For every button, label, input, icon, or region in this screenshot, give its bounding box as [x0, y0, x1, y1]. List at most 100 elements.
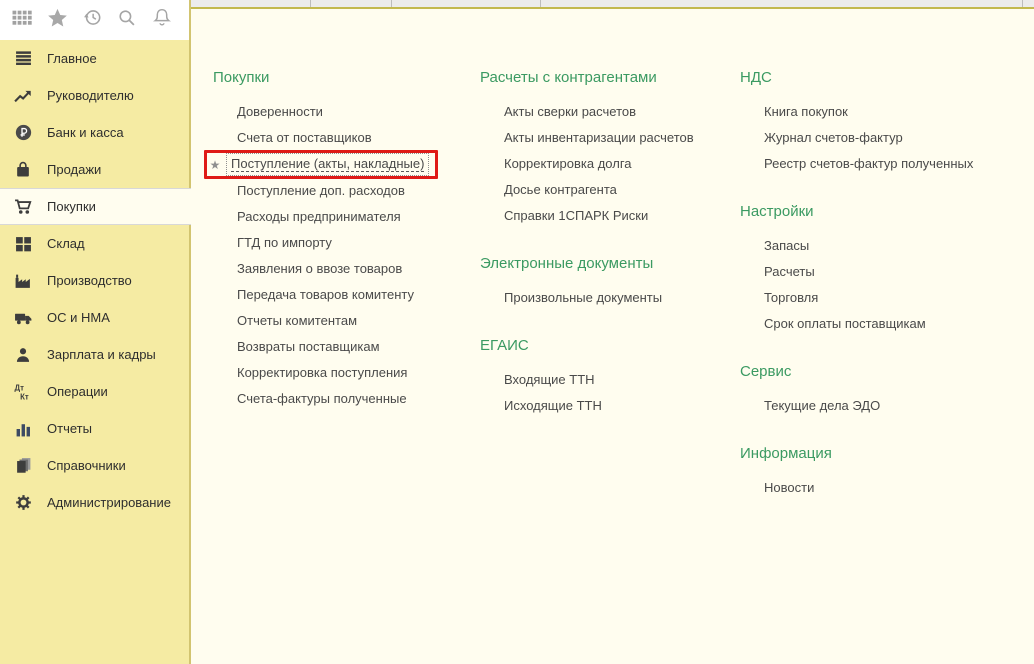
- cart-icon: [13, 198, 33, 215]
- sidebar-item-purchases[interactable]: Покупки: [0, 188, 191, 225]
- menu-link[interactable]: Возвраты поставщикам: [213, 334, 480, 360]
- menu-link[interactable]: Заявления о ввозе товаров: [213, 256, 480, 282]
- menu-link-focused[interactable]: Поступление (акты, накладные): [226, 153, 429, 176]
- apps-grid-icon: [12, 10, 34, 31]
- favorites-star-button[interactable]: [45, 7, 71, 33]
- notifications-bell-icon: [153, 8, 171, 32]
- history-clock-icon: [83, 8, 102, 32]
- menu-link[interactable]: Запасы: [740, 233, 1034, 259]
- sidebar-nav: Главное Руководителю Банк и касса Продажи По…: [0, 40, 189, 664]
- menu-link[interactable]: Акты инвентаризации расчетов: [480, 125, 740, 151]
- sidebar-item-label: Администрирование: [47, 495, 171, 510]
- menu-link[interactable]: Досье контрагента: [480, 177, 740, 203]
- sidebar-item-warehouse[interactable]: Склад: [0, 225, 189, 262]
- menu-section: НДС Книга покупокЖурнал счетов-фактурРеес…: [740, 69, 1034, 177]
- tab-divider: [391, 0, 392, 7]
- sidebar-item-label: Главное: [47, 51, 97, 66]
- notifications-bell-button[interactable]: [149, 7, 175, 33]
- section-title: Сервис: [740, 363, 1034, 381]
- menu-link[interactable]: Журнал счетов-фактур: [740, 125, 1034, 151]
- top-toolbar: [0, 0, 189, 40]
- menu-link[interactable]: Входящие ТТН: [480, 367, 740, 393]
- sidebar-item-sales[interactable]: Продажи: [0, 151, 189, 188]
- tab-divider: [540, 0, 541, 7]
- app-window: Главное Руководителю Банк и касса Продажи По…: [0, 0, 1034, 664]
- books-icon: [13, 457, 33, 474]
- menu-link[interactable]: Акты сверки расчетов: [480, 99, 740, 125]
- section-title: Электронные документы: [480, 255, 740, 273]
- menu-link[interactable]: Счета от поставщиков: [213, 125, 480, 151]
- sidebar-item-fixed-assets[interactable]: ОС и НМА: [0, 299, 189, 336]
- menu-link[interactable]: Срок оплаты поставщикам: [740, 311, 1034, 337]
- sidebar-item-label: Зарплата и кадры: [47, 347, 156, 362]
- menu-link[interactable]: Расходы предпринимателя: [213, 204, 480, 230]
- sidebar-item-label: Банк и касса: [47, 125, 124, 140]
- menu-section: ИнформацияНовости: [740, 445, 1034, 501]
- menu-link[interactable]: Корректировка долга: [480, 151, 740, 177]
- sidebar-item-operations[interactable]: ДтКтОперации: [0, 373, 189, 410]
- tab-divider: [1022, 0, 1023, 7]
- favorite-star-icon[interactable]: ★: [208, 156, 222, 174]
- section-title: Покупки: [213, 69, 480, 87]
- section-title: Расчеты с контрагентами: [480, 69, 740, 87]
- gear-icon: [13, 494, 33, 511]
- menu-link[interactable]: Справки 1СПАРК Риски: [480, 203, 740, 229]
- menu-link[interactable]: Книга покупок: [740, 99, 1034, 125]
- menu-link[interactable]: Реестр счетов-фактур полученных: [740, 151, 1034, 177]
- main-area: ПокупкиДоверенностиСчета от поставщиков★…: [191, 0, 1034, 664]
- sidebar-item-label: Покупки: [47, 199, 96, 214]
- menu-link[interactable]: Счета-фактуры полученные: [213, 386, 480, 412]
- menu-column-3: НДС Книга покупокЖурнал счетов-фактурРеес…: [740, 69, 1034, 501]
- menu-link[interactable]: Доверенности: [213, 99, 480, 125]
- menu-link[interactable]: Исходящие ТТН: [480, 393, 740, 419]
- search-button[interactable]: [114, 7, 140, 33]
- sidebar-item-bank-cash[interactable]: Банк и касса: [0, 114, 189, 151]
- sidebar-item-home[interactable]: Главное: [0, 40, 189, 77]
- menu-link[interactable]: Новости: [740, 475, 1034, 501]
- menu-link-label: Поступление (акты, накладные): [231, 156, 424, 172]
- sidebar-item-reports[interactable]: Отчеты: [0, 410, 189, 447]
- truck-icon: [13, 310, 33, 326]
- menu-link[interactable]: Корректировка поступления: [213, 360, 480, 386]
- menu-link[interactable]: Передача товаров комитенту: [213, 282, 480, 308]
- sidebar-item-label: Справочники: [47, 458, 126, 473]
- svg-text:Кт: Кт: [20, 392, 29, 400]
- search-icon: [118, 9, 136, 32]
- menu-link[interactable]: ГТД по импорту: [213, 230, 480, 256]
- section-title: Настройки: [740, 203, 1034, 221]
- window-tab-strip: [191, 0, 1034, 9]
- highlight-box: ★ Поступление (акты, накладные): [204, 150, 438, 179]
- favorites-star-icon: [47, 8, 68, 33]
- section-title: ЕГАИС: [480, 337, 740, 355]
- sidebar-item-manager[interactable]: Руководителю: [0, 77, 189, 114]
- section-title: НДС: [740, 69, 1034, 87]
- menu-section: ЕГАИС Входящие ТТНИсходящие ТТН: [480, 337, 740, 419]
- menu-section: Электронные документы Произвольные докуме…: [480, 255, 740, 311]
- sidebar-item-salary-hr[interactable]: Зарплата и кадры: [0, 336, 189, 373]
- menu-link[interactable]: Отчеты комитентам: [213, 308, 480, 334]
- person-icon: [13, 347, 33, 363]
- menu-lines-icon: [13, 51, 33, 66]
- sidebar-item-directories[interactable]: Справочники: [0, 447, 189, 484]
- menu-link[interactable]: Текущие дела ЭДО: [740, 393, 1034, 419]
- menu-link[interactable]: Торговля: [740, 285, 1034, 311]
- menu-section: ПокупкиДоверенностиСчета от поставщиков★…: [213, 69, 480, 412]
- menu-column-2: Расчеты с контрагентами Акты сверки расче…: [480, 69, 740, 419]
- menu-link[interactable]: Произвольные документы: [480, 285, 740, 311]
- shopping-bag-icon: [13, 161, 33, 178]
- sidebar-item-administration[interactable]: Администрирование: [0, 484, 189, 521]
- sidebar-item-label: Руководителю: [47, 88, 134, 103]
- sidebar-item-label: Операции: [47, 384, 108, 399]
- menu-link[interactable]: Расчеты: [740, 259, 1034, 285]
- sidebar-item-label: Склад: [47, 236, 85, 251]
- ruble-circle-icon: [13, 124, 33, 141]
- sidebar: Главное Руководителю Банк и касса Продажи По…: [0, 0, 191, 664]
- sidebar-item-production[interactable]: Производство: [0, 262, 189, 299]
- apps-grid-button[interactable]: [10, 7, 36, 33]
- boxes-icon: [13, 236, 33, 252]
- sidebar-item-label: ОС и НМА: [47, 310, 110, 325]
- trend-up-icon: [13, 88, 33, 103]
- history-clock-button[interactable]: [80, 7, 106, 33]
- sidebar-item-label: Отчеты: [47, 421, 92, 436]
- menu-link[interactable]: Поступление доп. расходов: [213, 178, 480, 204]
